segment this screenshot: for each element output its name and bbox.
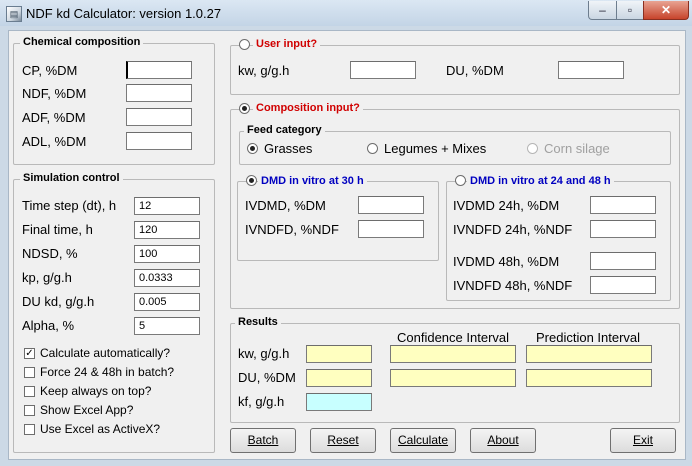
user-input-radio[interactable] [239, 39, 250, 50]
chemical-composition-legend: Chemical composition [20, 36, 144, 48]
dmd-24-48h-legend: DMD in vitro at 24 and 48 h [467, 175, 614, 187]
legumes-label: Legumes + Mixes [384, 141, 487, 156]
close-button[interactable]: ✕ [643, 1, 689, 20]
time-step-input[interactable] [134, 197, 200, 215]
cp-label: CP, %DM [22, 63, 78, 78]
alpha-input[interactable] [134, 317, 200, 335]
dmd-30h-radio[interactable] [246, 175, 257, 186]
ivdmd-24-label: IVDMD 24h, %DM [453, 198, 560, 213]
legumes-radio[interactable] [367, 143, 378, 154]
force-batch-checkbox[interactable] [24, 367, 35, 378]
final-time-label: Final time, h [22, 222, 93, 237]
composition-input-radio[interactable] [239, 103, 250, 114]
minimize-button[interactable]: – [588, 1, 617, 20]
user-input-legend: User input? [253, 38, 321, 50]
maximize-button[interactable]: ▫ [616, 1, 644, 20]
ivdmd-24-input[interactable] [590, 196, 656, 214]
result-kf-value[interactable] [306, 393, 372, 411]
ivdmd-30-label: IVDMD, %DM [245, 198, 326, 213]
show-excel-checkbox[interactable] [24, 405, 35, 416]
kp-label: kp, g/g.h [22, 270, 72, 285]
reset-button[interactable]: Reset [310, 428, 376, 453]
calc-auto-checkbox[interactable]: ✓ [24, 348, 35, 359]
always-on-top-checkbox[interactable] [24, 386, 35, 397]
ivndfd-24-label: IVNDFD 24h, %NDF [453, 222, 573, 237]
user-du-label: DU, %DM [446, 63, 504, 78]
excel-activex-label: Use Excel as ActiveX? [40, 422, 161, 436]
composition-input-legend: Composition input? [253, 102, 363, 114]
calc-auto-label: Calculate automatically? [40, 346, 171, 360]
batch-button[interactable]: Batch [230, 428, 296, 453]
corn-silage-label: Corn silage [544, 141, 610, 156]
result-du-label: DU, %DM [238, 370, 296, 385]
grasses-radio[interactable] [247, 143, 258, 154]
result-du-ci[interactable] [390, 369, 516, 387]
simulation-control-legend: Simulation control [20, 172, 123, 184]
dmd-24-48h-radio[interactable] [455, 175, 466, 186]
ivdmd-48-label: IVDMD 48h, %DM [453, 254, 560, 269]
result-kw-pi[interactable] [526, 345, 652, 363]
ivndfd-30-input[interactable] [358, 220, 424, 238]
ivndfd-48-input[interactable] [590, 276, 656, 294]
kp-input[interactable] [134, 269, 200, 287]
ndsd-input[interactable] [134, 245, 200, 263]
user-du-input[interactable] [558, 61, 624, 79]
adf-input[interactable] [126, 108, 192, 126]
user-kw-label: kw, g/g.h [238, 63, 290, 78]
result-kw-value[interactable] [306, 345, 372, 363]
calculate-button[interactable]: Calculate [390, 428, 456, 453]
cp-input[interactable] [126, 61, 192, 79]
ivndfd-30-label: IVNDFD, %NDF [245, 222, 339, 237]
results-legend: Results [235, 316, 281, 328]
feed-category-legend: Feed category [244, 124, 325, 136]
result-du-value[interactable] [306, 369, 372, 387]
always-on-top-label: Keep always on top? [40, 384, 152, 398]
ndsd-label: NDSD, % [22, 246, 78, 261]
result-du-pi[interactable] [526, 369, 652, 387]
user-kw-input[interactable] [350, 61, 416, 79]
du-kd-input[interactable] [134, 293, 200, 311]
ivndfd-48-label: IVNDFD 48h, %NDF [453, 278, 573, 293]
ndf-input[interactable] [126, 84, 192, 102]
corn-silage-radio [527, 143, 538, 154]
time-step-label: Time step (dt), h [22, 198, 117, 213]
show-excel-label: Show Excel App? [40, 403, 134, 417]
window-title: NDF kd Calculator: version 1.0.27 [26, 6, 222, 21]
final-time-input[interactable] [134, 221, 200, 239]
du-kd-label: DU kd, g/g.h [22, 294, 95, 309]
adf-label: ADF, %DM [22, 110, 86, 125]
ivndfd-24-input[interactable] [590, 220, 656, 238]
app-icon: ▤ [6, 6, 22, 22]
alpha-label: Alpha, % [22, 318, 75, 333]
result-kw-ci[interactable] [390, 345, 516, 363]
adl-input[interactable] [126, 132, 192, 150]
confidence-interval-header: Confidence Interval [397, 330, 510, 345]
prediction-interval-header: Prediction Interval [536, 330, 641, 345]
ndf-label: NDF, %DM [22, 86, 87, 101]
grasses-label: Grasses [264, 141, 313, 156]
force-batch-label: Force 24 & 48h in batch? [40, 365, 175, 379]
excel-activex-checkbox[interactable] [24, 424, 35, 435]
adl-label: ADL, %DM [22, 134, 87, 149]
dmd-30h-legend: DMD in vitro at 30 h [258, 175, 367, 187]
client-area: Chemical composition CP, %DM NDF, %DM AD… [8, 30, 686, 460]
result-kf-label: kf, g/g.h [238, 394, 285, 409]
result-kw-label: kw, g/g.h [238, 346, 290, 361]
exit-button[interactable]: Exit [610, 428, 676, 453]
ivdmd-48-input[interactable] [590, 252, 656, 270]
ivdmd-30-input[interactable] [358, 196, 424, 214]
about-button[interactable]: About [470, 428, 536, 453]
